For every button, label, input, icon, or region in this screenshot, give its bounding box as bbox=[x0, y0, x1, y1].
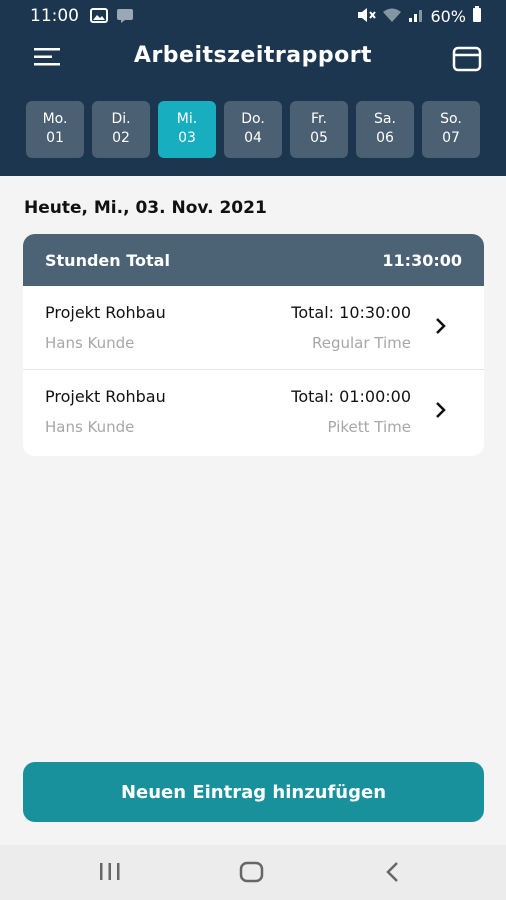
day-so[interactable]: So. 07 bbox=[422, 101, 480, 158]
mute-icon bbox=[356, 7, 377, 27]
home-icon[interactable] bbox=[239, 861, 265, 887]
time-entry-row[interactable]: Projekt Rohbau Total: 01:00:00 Hans Kund… bbox=[23, 370, 484, 454]
day-mo[interactable]: Mo. 01 bbox=[26, 101, 84, 158]
day-mi-selected[interactable]: Mi. 03 bbox=[158, 101, 216, 158]
wifi-icon bbox=[382, 7, 402, 27]
day-sa[interactable]: Sa. 06 bbox=[356, 101, 414, 158]
entry-project: Projekt Rohbau bbox=[45, 387, 166, 406]
total-hours-value: 11:30:00 bbox=[382, 250, 462, 270]
date-heading: Heute, Mi., 03. Nov. 2021 bbox=[24, 198, 267, 218]
message-icon bbox=[116, 8, 134, 27]
entry-project: Projekt Rohbau bbox=[45, 303, 166, 322]
total-hours-label: Stunden Total bbox=[45, 250, 170, 270]
signal-icon bbox=[408, 7, 424, 27]
battery-icon bbox=[472, 6, 482, 27]
day-do[interactable]: Do. 04 bbox=[224, 101, 282, 158]
app-header-area: 11:00 60% Arbeitszeitrapport Mo. 01 Di. … bbox=[0, 0, 506, 176]
total-hours-header: Stunden Total 11:30:00 bbox=[23, 234, 484, 286]
entry-type: Regular Time bbox=[311, 334, 411, 352]
chevron-right-icon[interactable] bbox=[434, 317, 448, 335]
entry-total: Total: 01:00:00 bbox=[291, 387, 411, 406]
chevron-right-icon[interactable] bbox=[434, 401, 448, 419]
entry-client: Hans Kunde bbox=[45, 418, 135, 436]
back-icon[interactable] bbox=[384, 861, 402, 887]
day-di[interactable]: Di. 02 bbox=[92, 101, 150, 158]
recent-apps-icon[interactable] bbox=[98, 861, 122, 887]
status-bar: 11:00 60% bbox=[0, 0, 506, 32]
weekday-selector: Mo. 01 Di. 02 Mi. 03 Do. 04 Fr. 05 Sa. 06 So. 0… bbox=[26, 101, 480, 158]
calendar-icon[interactable] bbox=[452, 44, 482, 72]
time-entry-row[interactable]: Projekt Rohbau Total: 10:30:00 Hans Kund… bbox=[23, 286, 484, 370]
system-nav-bar bbox=[0, 845, 506, 900]
app-header: Arbeitszeitrapport bbox=[0, 32, 506, 84]
battery-percent: 60% bbox=[430, 7, 466, 26]
add-entry-button[interactable]: Neuen Eintrag hinzufügen bbox=[23, 762, 484, 822]
entry-total: Total: 10:30:00 bbox=[291, 303, 411, 322]
time-entries-card: Stunden Total 11:30:00 Projekt Rohbau To… bbox=[23, 234, 484, 456]
status-time: 11:00 bbox=[30, 6, 79, 26]
entry-type: Pikett Time bbox=[327, 418, 411, 436]
image-icon bbox=[90, 8, 108, 27]
entry-client: Hans Kunde bbox=[45, 334, 135, 352]
page-title: Arbeitszeitrapport bbox=[133, 43, 373, 68]
day-fr[interactable]: Fr. 05 bbox=[290, 101, 348, 158]
